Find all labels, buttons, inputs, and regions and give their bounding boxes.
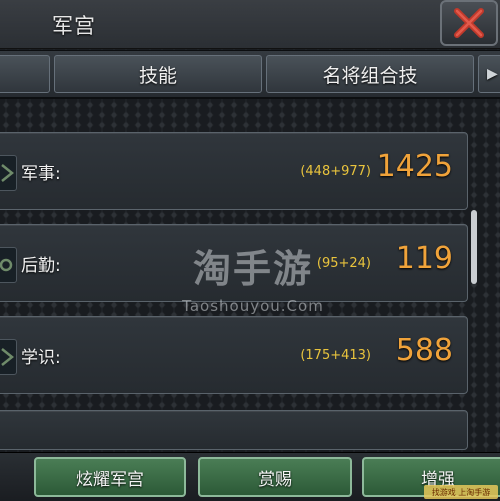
close-icon [454, 8, 484, 38]
watermark: 淘手游 Taoshouyou.Com [168, 238, 338, 315]
close-button[interactable] [440, 0, 498, 46]
scrollbar[interactable] [471, 210, 477, 284]
tab-next[interactable]: ▶ [478, 55, 500, 93]
tab-skills[interactable]: 技能 [54, 55, 262, 93]
stat-emblem-icon [0, 155, 17, 191]
stat-label: 学识: [21, 348, 61, 368]
stat-emblem-icon [0, 247, 17, 283]
chevron-right-icon: ▶ [487, 66, 498, 82]
stat-row-partial [0, 410, 468, 450]
stat-total: 588 [395, 333, 453, 368]
window-title: 军宫 [52, 14, 96, 38]
bottom-bar: 炫耀军宫 赏赐 增强 找游戏 上淘手游 [0, 452, 500, 501]
watermark-url: Taoshouyou.Com [182, 297, 324, 315]
stat-emblem-icon [0, 339, 17, 375]
corner-badge: 找游戏 上淘手游 [424, 485, 498, 499]
stat-row-military: 军事: (448+977) 1425 [0, 132, 468, 210]
watermark-logo: 淘手游 [192, 247, 313, 291]
tab-combo-skills[interactable]: 名将组合技 [266, 55, 474, 93]
stat-breakdown: (175+413) [300, 348, 371, 363]
stat-label: 军事: [21, 164, 61, 184]
title-bar: 军宫 [0, 0, 500, 49]
stat-breakdown: (448+977) [300, 164, 371, 179]
stat-row-learning: 学识: (175+413) 588 [0, 316, 468, 394]
stat-total: 119 [395, 241, 453, 276]
stat-total: 1425 [376, 149, 453, 184]
show-off-button[interactable]: 炫耀军宫 [34, 457, 186, 497]
stat-label: 后勤: [21, 256, 61, 276]
reward-button[interactable]: 赏赐 [198, 457, 352, 497]
tab-bar: 技能 名将组合技 ▶ [0, 50, 500, 99]
tab-previous[interactable] [0, 55, 50, 93]
